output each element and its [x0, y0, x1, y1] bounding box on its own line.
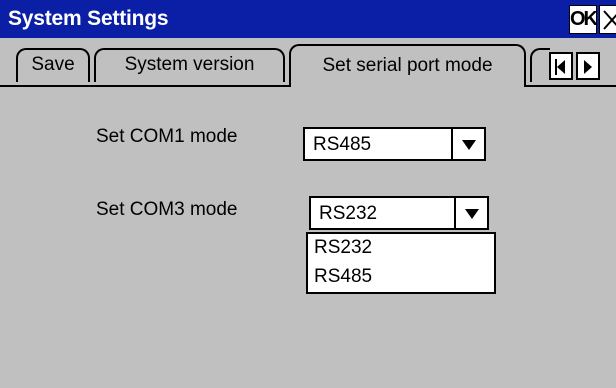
window-title: System Settings	[8, 7, 169, 30]
tab-save[interactable]: Save	[16, 48, 90, 82]
com1-mode-value: RS485	[313, 134, 372, 155]
ok-button[interactable]: OK	[569, 5, 598, 34]
tab-set-serial-port-mode[interactable]: Set serial port mode	[289, 44, 526, 86]
com3-mode-value: RS232	[319, 203, 378, 224]
com3-dropdown-list: RS232 RS485	[306, 232, 496, 294]
tab-baseline	[524, 85, 616, 87]
tab-scroll-right-button[interactable]	[576, 52, 600, 80]
com1-mode-select[interactable]: RS485	[303, 127, 486, 161]
title-bar: System Settings OK	[0, 0, 616, 38]
close-button[interactable]	[599, 5, 616, 34]
com3-dropdown-button[interactable]	[454, 198, 487, 228]
triangle-right-icon	[584, 60, 592, 74]
dropdown-option-rs232[interactable]: RS232	[314, 237, 372, 259]
tab-baseline	[0, 85, 291, 87]
com3-mode-select[interactable]: RS232	[309, 196, 489, 230]
triangle-left-icon	[555, 59, 565, 75]
com1-mode-label: Set COM1 mode	[96, 126, 238, 147]
com1-dropdown-button[interactable]	[451, 129, 484, 159]
tab-scroll-left-button[interactable]	[549, 52, 573, 80]
com3-mode-label: Set COM3 mode	[96, 199, 238, 220]
close-icon	[603, 10, 616, 30]
dropdown-option-rs485[interactable]: RS485	[314, 266, 372, 288]
triangle-down-icon	[462, 140, 476, 150]
tab-overflow-edge	[530, 48, 550, 82]
tab-system-version[interactable]: System version	[94, 48, 285, 82]
triangle-down-icon	[465, 209, 479, 219]
